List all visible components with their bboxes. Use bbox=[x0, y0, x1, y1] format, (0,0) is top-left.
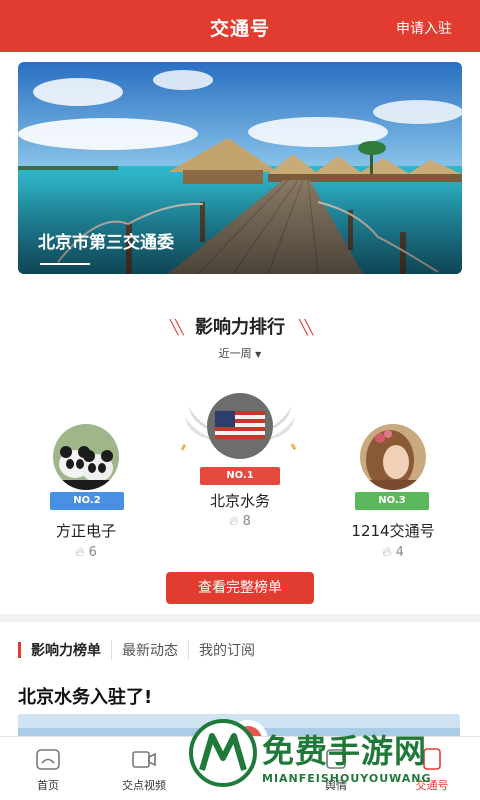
video-icon bbox=[132, 751, 156, 768]
nav-home-label: 首页 bbox=[37, 779, 59, 792]
dropdown-caret-icon: ▼ bbox=[255, 350, 262, 359]
rank-name: 1214交通号 bbox=[351, 522, 435, 540]
home-icon bbox=[36, 749, 60, 770]
portrait-avatar-image bbox=[360, 424, 426, 490]
view-full-list-button[interactable]: 查看完整榜单 bbox=[166, 572, 314, 604]
rank-score-value: 6 bbox=[88, 545, 97, 560]
nav-home[interactable]: 首页 bbox=[0, 737, 96, 800]
watermark: 免费手游网 MIANFEISHOUYOUWANG bbox=[186, 712, 480, 800]
nav-video[interactable]: 交点视频 bbox=[96, 737, 192, 800]
feed-tabs: 影响力榜单 最新动态 我的订阅 bbox=[18, 638, 265, 662]
rank-score: 🔥︎ 4 bbox=[318, 545, 468, 560]
rank-score-value: 8 bbox=[242, 514, 251, 529]
period-selector[interactable]: 近一周 ▼ bbox=[0, 345, 480, 361]
watermark-logo-icon bbox=[189, 719, 257, 787]
apply-join-button[interactable]: 申请入驻 bbox=[396, 18, 452, 38]
banner-caption: 北京市第三交通委 bbox=[38, 233, 174, 253]
banner-carousel[interactable]: 北京市第三交通委 bbox=[18, 62, 462, 274]
rank-score-value: 4 bbox=[395, 545, 404, 560]
avatar bbox=[207, 393, 273, 459]
ranking-title: ╲╲ 影响力排行 ╲╲ bbox=[0, 313, 480, 339]
period-label: 近一周 bbox=[218, 347, 252, 360]
ranking-title-text: 影响力排行 bbox=[195, 317, 285, 338]
rank-badge: NO.1 bbox=[200, 467, 280, 485]
panda-avatar-image bbox=[53, 424, 119, 490]
rank-badge: NO.2 bbox=[50, 492, 124, 510]
rank-badge: NO.3 bbox=[355, 492, 429, 510]
tab-my-subscriptions[interactable]: 我的订阅 bbox=[188, 640, 265, 660]
tab-influence-list[interactable]: 影响力榜单 bbox=[31, 640, 111, 660]
nav-video-label: 交点视频 bbox=[122, 779, 166, 792]
rank-name: 北京水务 bbox=[209, 492, 270, 510]
banner-indicator bbox=[40, 263, 90, 265]
rank-score: 🔥︎ 8 bbox=[165, 514, 315, 529]
flame-icon: 🔥︎ bbox=[382, 545, 392, 560]
flame-icon: 🔥︎ bbox=[229, 514, 239, 529]
rank-score: 🔥︎ 6 bbox=[11, 545, 161, 560]
avatar bbox=[360, 424, 426, 490]
top-app-bar: 交通号 申请入驻 bbox=[0, 0, 480, 52]
flame-icon: 🔥︎ bbox=[75, 545, 85, 560]
section-divider bbox=[0, 614, 480, 622]
tab-latest-news[interactable]: 最新动态 bbox=[111, 640, 188, 660]
watermark-subtext: MIANFEISHOUYOUWANG bbox=[262, 772, 432, 785]
avatar bbox=[53, 424, 119, 490]
article-title[interactable]: 北京水务入驻了! bbox=[18, 683, 152, 709]
watermark-text: 免费手游网 bbox=[262, 732, 428, 770]
title-decoration-left-icon: ╲╲ bbox=[169, 320, 184, 336]
active-tab-indicator bbox=[18, 642, 21, 658]
title-decoration-right-icon: ╲╲ bbox=[299, 320, 313, 336]
rank-name: 方正电子 bbox=[55, 522, 116, 540]
flag-avatar-image bbox=[207, 393, 273, 459]
